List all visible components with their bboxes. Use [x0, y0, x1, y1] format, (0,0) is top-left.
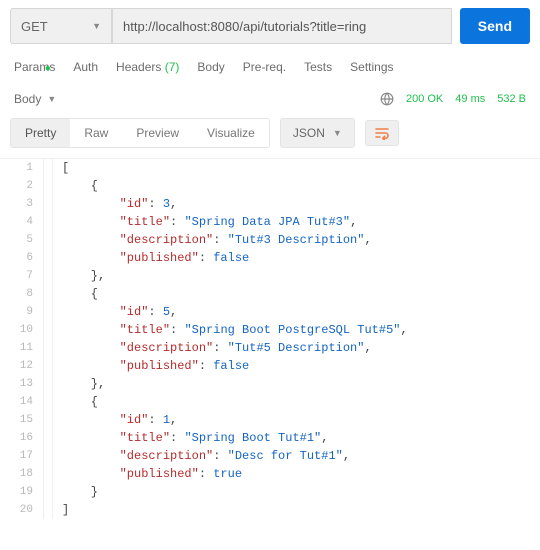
- code-content: "description": "Tut#3 Description",: [44, 231, 372, 249]
- format-tab-preview[interactable]: Preview: [122, 119, 193, 147]
- line-number: 4: [0, 213, 44, 231]
- code-content: "title": "Spring Boot Tut#1",: [44, 429, 328, 447]
- tab-auth[interactable]: Auth: [73, 60, 98, 74]
- code-line: 5 "description": "Tut#3 Description",: [0, 231, 540, 249]
- code-line: 12 "published": false: [0, 357, 540, 375]
- format-tabs: Pretty Raw Preview Visualize: [10, 118, 270, 148]
- code-line: 13 },: [0, 375, 540, 393]
- line-number: 17: [0, 447, 44, 465]
- response-view-select[interactable]: Body ▼: [14, 92, 56, 106]
- code-content: }: [44, 483, 98, 501]
- send-button[interactable]: Send: [460, 8, 530, 44]
- line-number: 16: [0, 429, 44, 447]
- code-line: 19 }: [0, 483, 540, 501]
- code-line: 3 "id": 3,: [0, 195, 540, 213]
- code-content: {: [44, 177, 98, 195]
- code-content: "published": false: [44, 249, 249, 267]
- line-number: 12: [0, 357, 44, 375]
- response-time: 49 ms: [455, 93, 485, 105]
- line-number: 20: [0, 501, 44, 519]
- tab-params[interactable]: Params ●: [14, 60, 55, 74]
- language-select[interactable]: JSON ▼: [280, 118, 355, 148]
- code-line: 6 "published": false: [0, 249, 540, 267]
- code-content: "title": "Spring Data JPA Tut#3",: [44, 213, 357, 231]
- wrap-lines-button[interactable]: [365, 120, 399, 146]
- code-line: 9 "id": 5,: [0, 303, 540, 321]
- code-content: {: [44, 393, 98, 411]
- request-tabs: Params ● Auth Headers (7) Body Pre-req. …: [0, 52, 540, 86]
- line-number: 19: [0, 483, 44, 501]
- code-line: 16 "title": "Spring Boot Tut#1",: [0, 429, 540, 447]
- code-content: "id": 3,: [44, 195, 177, 213]
- code-content: },: [44, 375, 105, 393]
- globe-icon[interactable]: [380, 92, 394, 106]
- chevron-down-icon: ▼: [333, 128, 342, 138]
- code-content: ]: [44, 501, 69, 519]
- code-line: 7 },: [0, 267, 540, 285]
- status-code: 200 OK: [406, 93, 443, 105]
- format-tab-visualize[interactable]: Visualize: [193, 119, 269, 147]
- chevron-down-icon: ▼: [47, 94, 56, 104]
- url-input[interactable]: [112, 8, 452, 44]
- code-content: "id": 5,: [44, 303, 177, 321]
- http-method-value: GET: [21, 19, 48, 34]
- line-number: 8: [0, 285, 44, 303]
- format-tab-raw[interactable]: Raw: [70, 119, 122, 147]
- line-number: 7: [0, 267, 44, 285]
- code-content: },: [44, 267, 105, 285]
- line-number: 5: [0, 231, 44, 249]
- code-line: 8 {: [0, 285, 540, 303]
- code-content: "description": "Desc for Tut#1",: [44, 447, 350, 465]
- code-line: 20]: [0, 501, 540, 519]
- code-content: "published": true: [44, 465, 242, 483]
- line-number: 9: [0, 303, 44, 321]
- code-line: 15 "id": 1,: [0, 411, 540, 429]
- code-line: 1[: [0, 159, 540, 177]
- line-number: 10: [0, 321, 44, 339]
- code-line: 18 "published": true: [0, 465, 540, 483]
- http-method-select[interactable]: GET ▼: [10, 8, 112, 44]
- response-size: 532 B: [497, 93, 526, 105]
- line-number: 14: [0, 393, 44, 411]
- tab-headers[interactable]: Headers (7): [116, 60, 179, 74]
- line-number: 13: [0, 375, 44, 393]
- tab-body[interactable]: Body: [197, 60, 224, 74]
- code-line: 2 {: [0, 177, 540, 195]
- code-line: 14 {: [0, 393, 540, 411]
- code-content: {: [44, 285, 98, 303]
- tab-settings[interactable]: Settings: [350, 60, 393, 74]
- line-number: 1: [0, 159, 44, 177]
- response-body-editor[interactable]: 1[2 {3 "id": 3,4 "title": "Spring Data J…: [0, 158, 540, 519]
- line-number: 11: [0, 339, 44, 357]
- code-line: 10 "title": "Spring Boot PostgreSQL Tut#…: [0, 321, 540, 339]
- line-number: 2: [0, 177, 44, 195]
- code-content: "title": "Spring Boot PostgreSQL Tut#5",: [44, 321, 408, 339]
- line-number: 3: [0, 195, 44, 213]
- code-content: "description": "Tut#5 Description",: [44, 339, 372, 357]
- code-content: "published": false: [44, 357, 249, 375]
- code-content: "id": 1,: [44, 411, 177, 429]
- chevron-down-icon: ▼: [92, 21, 101, 31]
- line-number: 15: [0, 411, 44, 429]
- tab-tests[interactable]: Tests: [304, 60, 332, 74]
- tab-prereq[interactable]: Pre-req.: [243, 60, 286, 74]
- code-line: 17 "description": "Desc for Tut#1",: [0, 447, 540, 465]
- code-line: 4 "title": "Spring Data JPA Tut#3",: [0, 213, 540, 231]
- line-number: 18: [0, 465, 44, 483]
- code-line: 11 "description": "Tut#5 Description",: [0, 339, 540, 357]
- format-tab-pretty[interactable]: Pretty: [11, 119, 70, 147]
- code-content: [: [44, 159, 69, 177]
- line-number: 6: [0, 249, 44, 267]
- params-active-dot-icon: ●: [45, 63, 51, 74]
